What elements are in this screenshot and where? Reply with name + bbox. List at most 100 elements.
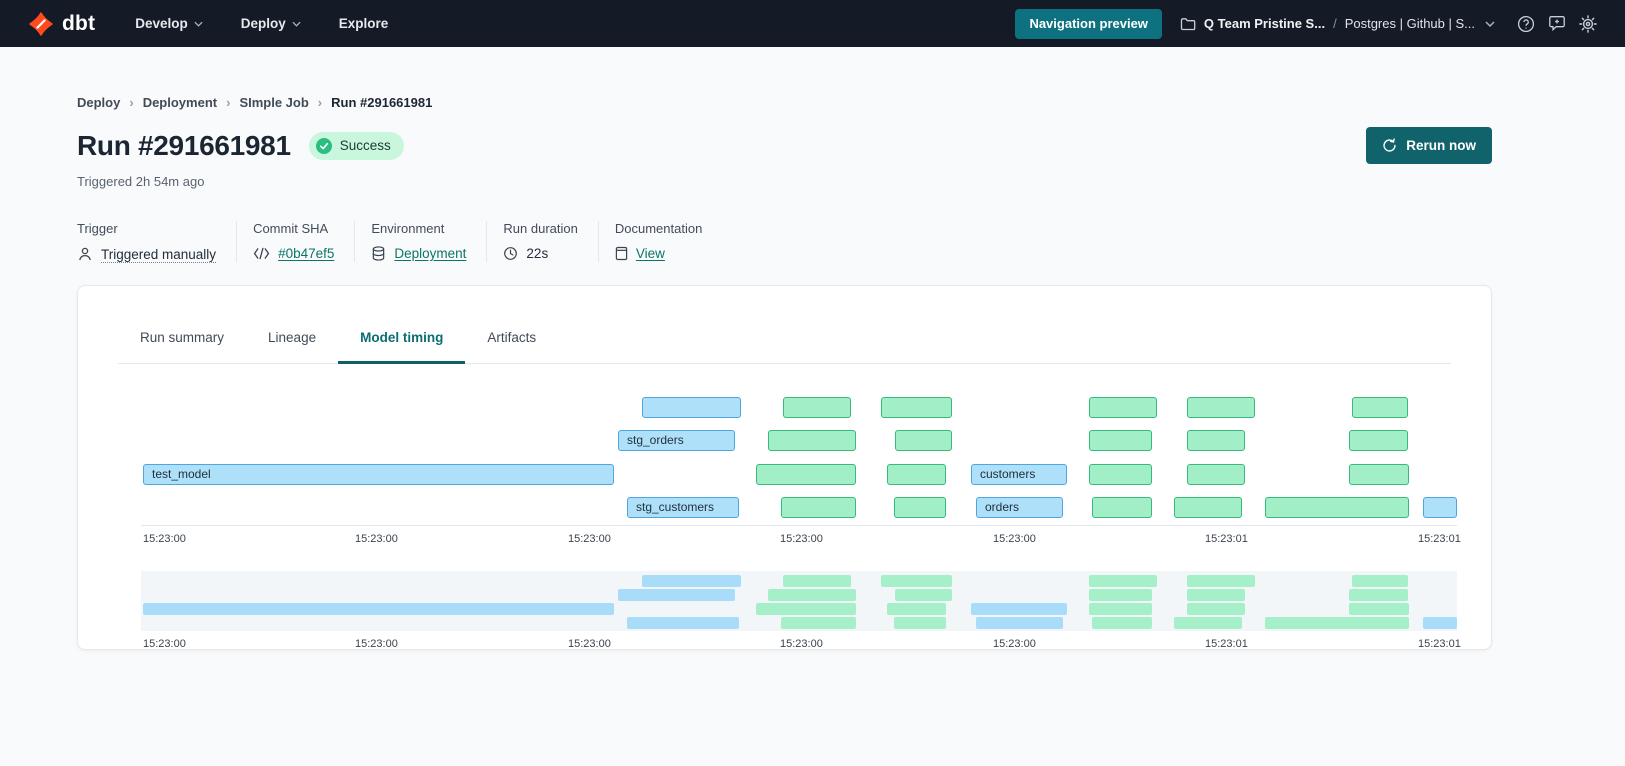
minimap-bar (781, 617, 856, 629)
breadcrumb-item[interactable]: Deployment (143, 95, 217, 110)
gantt-bar[interactable] (1174, 497, 1242, 518)
gantt-bar-orders[interactable]: orders (976, 497, 1063, 518)
folder-icon (1180, 17, 1196, 31)
nav-menus: Develop Deploy Explore (135, 16, 388, 31)
help-icon[interactable] (1517, 15, 1535, 33)
nav-menu-explore[interactable]: Explore (339, 16, 389, 31)
gantt-bar[interactable] (894, 497, 946, 518)
axis-tick-label: 15:23:00 (568, 533, 611, 545)
meta-value: #0b47ef5 (253, 246, 334, 261)
timeline-minimap[interactable] (141, 571, 1457, 631)
minimap-bar (1174, 617, 1242, 629)
gantt-bar[interactable] (1349, 430, 1408, 451)
meta-label: Environment (371, 221, 466, 236)
gantt-bar[interactable] (895, 430, 952, 451)
top-nav: dbt Develop Deploy Explore Navigation prev… (0, 0, 1625, 47)
gantt-bar[interactable] (1089, 397, 1157, 418)
breadcrumb-item[interactable]: SImple Job (239, 95, 308, 110)
minimap-bar (895, 589, 952, 601)
nav-menu-label: Explore (339, 16, 389, 31)
chevron-down-icon (292, 21, 301, 27)
gantt-bar-label: stg_orders (619, 431, 734, 450)
tab-run-summary[interactable]: Run summary (118, 313, 246, 364)
tab-model-timing[interactable]: Model timing (338, 313, 465, 364)
minimap-bar (627, 617, 739, 629)
meta-value: View (615, 246, 702, 261)
axis-tick-label: 15:23:01 (1205, 533, 1248, 545)
gantt-bar[interactable] (1423, 497, 1457, 518)
gantt-bar[interactable] (1089, 464, 1152, 485)
minimap-tick-label: 15:23:00 (993, 638, 1036, 650)
success-check-icon (316, 138, 332, 154)
gantt-bar[interactable] (1089, 430, 1152, 451)
project-switcher[interactable]: Q Team Pristine S... / Postgres | Github… (1180, 16, 1495, 31)
axis-tick-label: 15:23:00 (355, 533, 398, 545)
minimap-bar (1265, 617, 1409, 629)
meta-label: Trigger (77, 221, 216, 236)
gantt-bar[interactable] (781, 497, 856, 518)
tab-artifacts[interactable]: Artifacts (465, 313, 558, 364)
meta-label: Documentation (615, 221, 702, 236)
run-detail-card: Run summaryLineageModel timingArtifacts … (77, 285, 1492, 650)
gantt-bar[interactable] (783, 397, 851, 418)
gantt-bar[interactable] (1187, 464, 1245, 485)
gantt-bar[interactable] (1092, 497, 1152, 518)
axis-tick-label: 15:23:01 (1418, 533, 1461, 545)
gantt-bar-test_model[interactable]: test_model (143, 464, 614, 485)
minimap-bar (1349, 603, 1409, 615)
nav-menu-label: Develop (135, 16, 188, 31)
gantt-bar[interactable] (881, 397, 952, 418)
breadcrumb-separator: › (129, 95, 133, 110)
meta-label: Commit SHA (253, 221, 334, 236)
breadcrumb-separator: › (318, 95, 322, 110)
minimap-bar (618, 589, 735, 601)
feedback-icon[interactable] (1548, 15, 1566, 32)
breadcrumb-item[interactable]: Run #291661981 (331, 95, 432, 110)
meta-value-text[interactable]: #0b47ef5 (278, 246, 334, 261)
gantt-bar[interactable] (1187, 430, 1245, 451)
connection-name: Postgres | Github | S... (1345, 16, 1475, 31)
breadcrumb-item[interactable]: Deploy (77, 95, 120, 110)
navigation-preview-button[interactable]: Navigation preview (1015, 9, 1161, 39)
minimap-tick-label: 15:23:01 (1205, 638, 1248, 650)
gear-icon[interactable] (1579, 15, 1597, 33)
rerun-now-button[interactable]: Rerun now (1366, 127, 1492, 164)
gantt-bar[interactable] (1265, 497, 1409, 518)
gantt-bar[interactable] (756, 464, 856, 485)
minimap-tick-label: 15:23:01 (1418, 638, 1461, 650)
person-icon (77, 246, 93, 262)
minimap-bar (642, 575, 741, 587)
document-icon (615, 246, 628, 261)
minimap-bar (881, 575, 952, 587)
gantt-bar[interactable] (887, 464, 946, 485)
gantt-bar[interactable] (768, 430, 856, 451)
run-metadata: Trigger Triggered manually Commit SHA #0b47… (77, 221, 1492, 262)
gantt-bar-stg_orders[interactable]: stg_orders (618, 430, 735, 451)
gantt-bar-customers[interactable]: customers (971, 464, 1067, 485)
meta-value-text[interactable]: Deployment (394, 246, 466, 261)
meta-value-text[interactable]: View (636, 246, 665, 261)
status-label: Success (340, 138, 391, 153)
gantt-bar-label: test_model (144, 465, 613, 484)
gantt-bar[interactable] (1352, 397, 1408, 418)
nav-menu-deploy[interactable]: Deploy (241, 16, 301, 31)
breadcrumb: Deploy›Deployment›SImple Job›Run #291661… (77, 95, 1492, 110)
gantt-bar[interactable] (642, 397, 741, 418)
meta-value: Deployment (371, 246, 466, 261)
gantt-bar[interactable] (1349, 464, 1409, 485)
minimap-bar (1092, 617, 1152, 629)
clock-icon (503, 246, 518, 261)
gantt-bar[interactable] (1187, 397, 1255, 418)
page-title: Run #291661981 (77, 130, 291, 162)
dbt-logo[interactable]: dbt (28, 11, 95, 37)
nav-menu-develop[interactable]: Develop (135, 16, 203, 31)
meta-value: Triggered manually (77, 246, 216, 262)
time-axis-line (141, 525, 1457, 526)
meta-col-run-duration: Run duration22s (486, 221, 597, 262)
meta-value: 22s (503, 246, 577, 261)
gantt-bar-stg_customers[interactable]: stg_customers (627, 497, 739, 518)
tab-lineage[interactable]: Lineage (246, 313, 338, 364)
axis-tick-label: 15:23:00 (993, 533, 1036, 545)
dbt-logo-icon (28, 11, 54, 37)
gantt-bar-label: orders (977, 498, 1062, 517)
